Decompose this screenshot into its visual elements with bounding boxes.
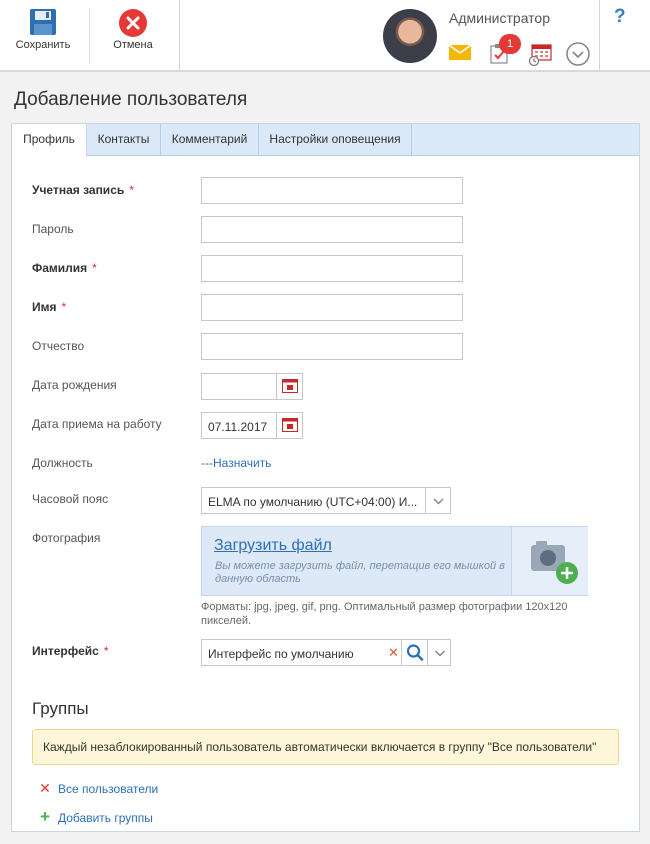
interface-selector[interactable]: Интерфейс по умолчанию ✕ xyxy=(201,639,451,666)
position-label: Должность xyxy=(32,456,93,470)
account-label: Учетная запись * xyxy=(32,183,134,197)
search-icon xyxy=(406,644,424,661)
timezone-value: ELMA по умолчанию (UTC+04:00) И... xyxy=(208,495,418,509)
first-name-label: Имя * xyxy=(32,300,66,314)
tab-notification-settings[interactable]: Настройки оповещения xyxy=(259,124,412,156)
upload-hint: Вы можете загрузить файл, перетащив его … xyxy=(215,560,505,585)
group-item-label[interactable]: Все пользователи xyxy=(58,782,158,796)
last-name-label-text: Фамилия xyxy=(32,261,88,275)
calendar-icon[interactable] xyxy=(528,44,553,69)
interface-value: Интерфейс по умолчанию xyxy=(208,647,354,661)
chevron-down-icon xyxy=(433,498,444,505)
help-icon[interactable]: ? xyxy=(614,6,626,28)
groups-title: Группы xyxy=(32,699,89,718)
chevron-down-icon[interactable] xyxy=(566,42,590,69)
group-item: ✕ Все пользователи xyxy=(38,780,158,797)
search-button[interactable] xyxy=(401,640,427,665)
last-name-input[interactable] xyxy=(201,255,463,282)
required-marker: * xyxy=(129,183,134,197)
tab-bar: Профиль Контакты Комментарий Настройки о… xyxy=(12,124,639,157)
close-icon xyxy=(119,9,147,40)
add-photo-icon xyxy=(531,541,578,584)
add-groups-button[interactable]: + Добавить группы xyxy=(38,807,153,827)
required-marker: * xyxy=(92,261,97,275)
tab-profile[interactable]: Профиль xyxy=(12,124,87,157)
plus-icon: + xyxy=(40,807,50,826)
form-panel: Профиль Контакты Комментарий Настройки о… xyxy=(11,123,640,832)
middle-name-label: Отчество xyxy=(32,339,85,353)
photo-label: Фотография xyxy=(32,531,101,545)
middle-name-input[interactable] xyxy=(201,333,463,360)
cancel-button[interactable]: Отмена xyxy=(92,0,174,70)
top-toolbar: Сохранить Отмена Администратор 1 ? xyxy=(0,0,650,72)
hire-date-label: Дата приема на работу xyxy=(32,417,162,431)
mail-icon[interactable] xyxy=(448,44,472,63)
toolbar-divider xyxy=(599,0,600,70)
save-label: Сохранить xyxy=(15,39,71,51)
page-title: Добавление пользователя xyxy=(14,89,248,110)
first-name-input[interactable] xyxy=(201,294,463,321)
hire-date-value: 07.11.2017 xyxy=(208,420,268,434)
user-name[interactable]: Администратор xyxy=(449,10,550,26)
save-button[interactable]: Сохранить xyxy=(0,0,86,70)
required-marker: * xyxy=(103,644,109,658)
photo-placeholder xyxy=(511,527,588,595)
account-label-text: Учетная запись xyxy=(32,183,125,197)
tab-comment[interactable]: Комментарий xyxy=(161,124,259,156)
assign-position-link[interactable]: ---Назначить xyxy=(201,456,271,470)
add-groups-label: Добавить группы xyxy=(58,811,153,825)
required-marker: * xyxy=(61,300,67,314)
hire-date-field[interactable]: 07.11.2017 xyxy=(201,412,303,439)
toolbar-divider xyxy=(89,8,90,64)
dropdown-button[interactable] xyxy=(425,488,450,513)
remove-icon[interactable]: ✕ xyxy=(38,780,52,797)
cancel-label: Отмена xyxy=(113,39,153,51)
account-input[interactable] xyxy=(201,177,463,204)
calendar-picker-button[interactable] xyxy=(276,374,302,399)
password-label: Пароль xyxy=(32,222,74,236)
birth-date-field[interactable] xyxy=(201,373,303,400)
dropdown-button[interactable] xyxy=(427,640,451,665)
last-name-label: Фамилия * xyxy=(32,261,97,275)
toolbar-divider xyxy=(179,0,180,70)
upload-file-link[interactable]: Загрузить файл xyxy=(214,537,332,555)
calendar-icon xyxy=(282,379,298,393)
photo-formats-note: Форматы: jpg, jpeg, gif, png. Оптимальны… xyxy=(201,601,568,627)
timezone-select[interactable]: ELMA по умолчанию (UTC+04:00) И... xyxy=(201,487,451,514)
interface-label: Интерфейс * xyxy=(32,644,109,658)
chevron-down-icon xyxy=(434,650,446,657)
calendar-picker-button[interactable] xyxy=(276,413,302,438)
groups-notice: Каждый незаблокированный пользователь ав… xyxy=(32,729,619,765)
password-input[interactable] xyxy=(201,216,463,243)
notification-badge: 1 xyxy=(499,34,521,54)
avatar[interactable] xyxy=(383,9,437,63)
birth-date-label: Дата рождения xyxy=(32,378,117,392)
first-name-label-text: Имя xyxy=(32,300,57,314)
photo-upload-area[interactable]: Загрузить файл Вы можете загрузить файл,… xyxy=(201,526,588,596)
calendar-icon xyxy=(282,418,298,432)
interface-label-text: Интерфейс xyxy=(32,644,99,658)
clear-icon[interactable]: ✕ xyxy=(388,645,399,661)
timezone-label: Часовой пояс xyxy=(32,492,109,506)
tab-contacts[interactable]: Контакты xyxy=(87,124,161,156)
floppy-disk-icon xyxy=(30,9,56,38)
